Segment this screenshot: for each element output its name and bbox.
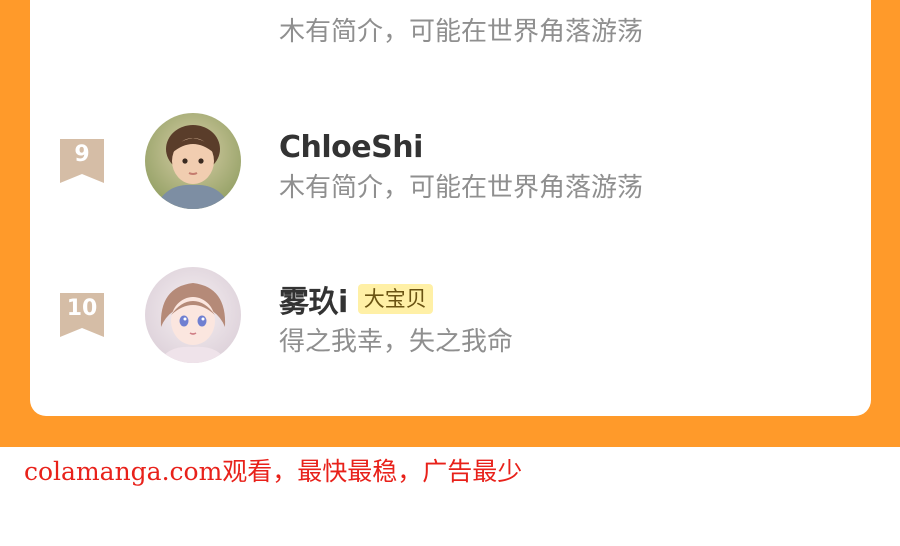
- rank-badge: 9: [60, 139, 104, 183]
- list-item[interactable]: 8 木有简介，可能在世界角落游荡: [30, 0, 871, 48]
- watermark-text: colamanga.com观看，最快最稳，广告最少: [24, 457, 523, 486]
- ranking-card: 8 木有简介，可能在世界角落游荡 9: [30, 0, 871, 416]
- child-photo-avatar-icon[interactable]: [145, 113, 241, 209]
- username[interactable]: ChloeShi: [279, 130, 423, 165]
- list-item[interactable]: 9 ChloeShi 木有简介，可能在世界角落游荡: [30, 105, 871, 215]
- username[interactable]: 雾玖i: [279, 277, 348, 321]
- user-tag-badge: 大宝贝: [357, 284, 433, 314]
- user-bio: 得之我幸，失之我命: [279, 327, 514, 357]
- username-line: 雾玖i 大宝贝: [279, 277, 433, 321]
- list-item[interactable]: 10 雾玖i 大宝贝 得之我幸，失之我命: [30, 259, 871, 369]
- rank-badge: 10: [60, 293, 104, 337]
- user-bio: 木有简介，可能在世界角落游荡: [279, 17, 644, 47]
- rank-number: 9: [74, 142, 90, 167]
- user-bio: 木有简介，可能在世界角落游荡: [279, 173, 644, 203]
- rank-number: 10: [66, 296, 98, 321]
- username-line: ChloeShi: [279, 127, 423, 167]
- anime-girl-avatar-icon[interactable]: [145, 267, 241, 363]
